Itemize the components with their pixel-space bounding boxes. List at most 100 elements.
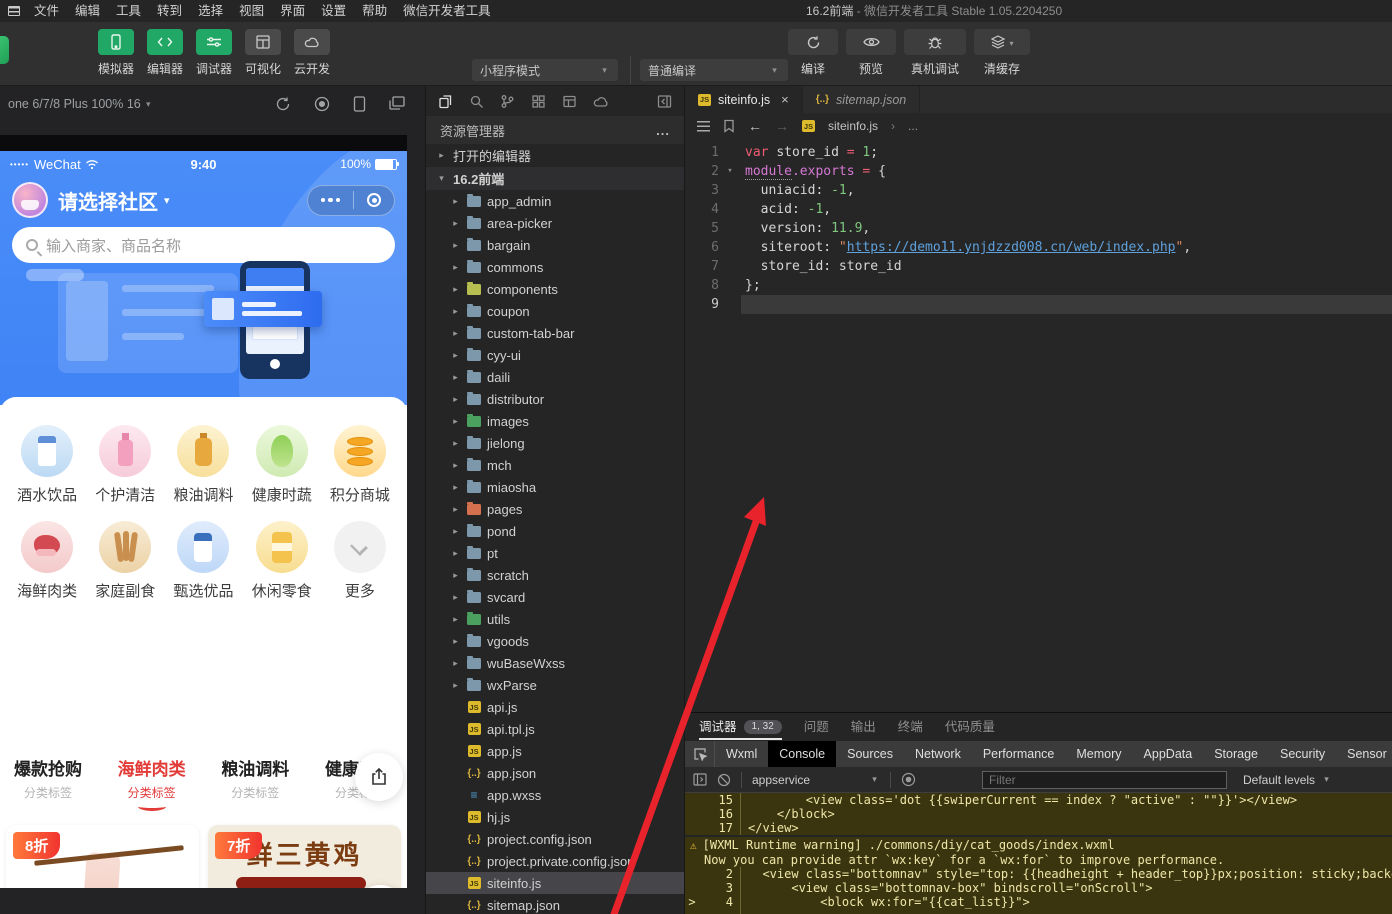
tree-folder-mch[interactable]: mch bbox=[426, 454, 684, 476]
extensions-icon[interactable] bbox=[531, 94, 546, 109]
tag-hot-sale[interactable]: 爆款抢购分类标签 bbox=[14, 749, 82, 815]
tree-file-app-json[interactable]: app.json bbox=[426, 762, 684, 784]
more-dots-icon[interactable] bbox=[321, 198, 341, 203]
tree-folder-jielong[interactable]: jielong bbox=[426, 432, 684, 454]
category-grain-oil[interactable]: 粮油调料 bbox=[164, 425, 242, 505]
tab-code-quality[interactable]: 代码质量 bbox=[945, 713, 995, 741]
tab-terminal[interactable]: 终端 bbox=[898, 713, 923, 741]
layout-icon[interactable] bbox=[562, 94, 577, 109]
devtools-tab-security[interactable]: Security bbox=[1269, 741, 1336, 767]
visualization-toggle-button[interactable]: 可视化 bbox=[239, 29, 287, 77]
debugger-toggle-button[interactable]: 调试器 bbox=[190, 29, 238, 77]
compile-mode-select[interactable]: 普通编译 bbox=[640, 59, 788, 81]
console-filter-input[interactable] bbox=[982, 771, 1227, 789]
tab-problems[interactable]: 问题 bbox=[804, 713, 829, 741]
tree-file-api-tpl-js[interactable]: api.tpl.js bbox=[426, 718, 684, 740]
simulator-toggle-button[interactable]: 模拟器 bbox=[92, 29, 140, 77]
devtools-tab-appdata[interactable]: AppData bbox=[1133, 741, 1204, 767]
tree-folder-cyy-ui[interactable]: cyy-ui bbox=[426, 344, 684, 366]
tab-siteinfo-js[interactable]: siteinfo.js bbox=[685, 86, 803, 113]
record-icon[interactable] bbox=[314, 96, 330, 112]
devtools-tab-sources[interactable]: Sources bbox=[836, 741, 904, 767]
remote-debug-button[interactable]: 真机调试 bbox=[904, 29, 966, 77]
restart-icon[interactable] bbox=[275, 96, 291, 112]
editor-toggle-button[interactable]: 编辑器 bbox=[141, 29, 189, 77]
compile-button[interactable]: 编译 bbox=[788, 29, 838, 77]
menu-edit[interactable]: 编辑 bbox=[67, 0, 108, 22]
clear-cache-button[interactable]: 清缓存 bbox=[974, 29, 1030, 77]
category-personal-care[interactable]: 个护清洁 bbox=[86, 425, 164, 505]
devtools-tab-performance[interactable]: Performance bbox=[972, 741, 1066, 767]
menu-tools[interactable]: 工具 bbox=[108, 0, 149, 22]
devtools-tab-network[interactable]: Network bbox=[904, 741, 972, 767]
menu-view[interactable]: 视图 bbox=[231, 0, 272, 22]
product-card-chicken[interactable]: 7折 鲜三黄鸡 bbox=[208, 825, 401, 888]
tree-folder-components[interactable]: components bbox=[426, 278, 684, 300]
clear-console-icon[interactable] bbox=[717, 773, 731, 787]
devtools-tab-wxml[interactable]: Wxml bbox=[715, 741, 768, 767]
eye-watch-icon[interactable] bbox=[901, 772, 916, 787]
menu-goto[interactable]: 转到 bbox=[149, 0, 190, 22]
tree-folder-utils[interactable]: utils bbox=[426, 608, 684, 630]
share-button[interactable] bbox=[355, 753, 403, 801]
tree-folder-area-picker[interactable]: area-picker bbox=[426, 212, 684, 234]
breadcrumb-more[interactable] bbox=[908, 119, 918, 133]
tree-folder-vgoods[interactable]: vgoods bbox=[426, 630, 684, 652]
bookmark-icon[interactable] bbox=[723, 119, 735, 133]
tree-folder-custom-tab-bar[interactable]: custom-tab-bar bbox=[426, 322, 684, 344]
category-selected-goods[interactable]: 甄选优品 bbox=[164, 521, 242, 601]
category-drinks[interactable]: 酒水饮品 bbox=[8, 425, 86, 505]
wechat-capsule[interactable] bbox=[307, 185, 395, 216]
menu-interface[interactable]: 界面 bbox=[272, 0, 313, 22]
tab-debugger[interactable]: 调试器1, 32 bbox=[699, 713, 782, 741]
cloud-dev-button[interactable]: 云开发 bbox=[288, 29, 336, 77]
category-points-mall[interactable]: 积分商城 bbox=[321, 425, 399, 505]
inspect-element-icon[interactable] bbox=[685, 741, 715, 767]
community-avatar[interactable] bbox=[12, 182, 48, 218]
tree-folder-images[interactable]: images bbox=[426, 410, 684, 432]
tree-folder-pages[interactable]: pages bbox=[426, 498, 684, 520]
tab-output[interactable]: 输出 bbox=[851, 713, 876, 741]
nav-forward-icon[interactable] bbox=[775, 118, 789, 134]
tree-file-sitemap-json[interactable]: sitemap.json bbox=[426, 894, 684, 914]
code-area[interactable]: 1var store_id = 1; 2▾module.exports = { … bbox=[685, 139, 1392, 314]
device-frame-icon[interactable] bbox=[353, 96, 366, 112]
close-target-icon[interactable] bbox=[367, 193, 381, 207]
menu-select[interactable]: 选择 bbox=[190, 0, 231, 22]
tree-folder-daili[interactable]: daili bbox=[426, 366, 684, 388]
context-select[interactable]: appservice bbox=[752, 773, 880, 787]
collapse-panel-icon[interactable] bbox=[657, 94, 672, 109]
tab-sitemap-json[interactable]: sitemap.json bbox=[803, 86, 921, 113]
tree-folder-wuBaseWxss[interactable]: wuBaseWxss bbox=[426, 652, 684, 674]
devtools-tab-sensor[interactable]: Sensor bbox=[1336, 741, 1392, 767]
tag-grain-oil[interactable]: 粮油调料分类标签 bbox=[221, 749, 289, 815]
tree-folder-bargain[interactable]: bargain bbox=[426, 234, 684, 256]
devtools-tab-storage[interactable]: Storage bbox=[1203, 741, 1269, 767]
category-snacks[interactable]: 休闲零食 bbox=[243, 521, 321, 601]
app-menu-icon[interactable] bbox=[8, 6, 20, 16]
device-select[interactable]: one 6/7/8 Plus 100% 16 bbox=[8, 97, 141, 111]
log-levels-select[interactable]: Default levels bbox=[1243, 773, 1332, 787]
tree-folder-coupon[interactable]: coupon bbox=[426, 300, 684, 322]
devtools-tab-console[interactable]: Console bbox=[768, 741, 836, 767]
tree-folder-wxParse[interactable]: wxParse bbox=[426, 674, 684, 696]
tree-file-siteinfo-js-selected[interactable]: siteinfo.js bbox=[426, 872, 684, 894]
community-selector[interactable]: 请选择社区 bbox=[58, 186, 158, 215]
outline-icon[interactable] bbox=[697, 121, 710, 132]
category-seafood-meat[interactable]: 海鲜肉类 bbox=[8, 521, 86, 601]
breadcrumb-file[interactable]: siteinfo.js bbox=[828, 119, 878, 133]
category-more[interactable]: 更多 bbox=[321, 521, 399, 601]
files-icon[interactable] bbox=[438, 94, 453, 109]
tree-file-app-js[interactable]: app.js bbox=[426, 740, 684, 762]
tree-folder-svcard[interactable]: svcard bbox=[426, 586, 684, 608]
sidebar-toggle-icon[interactable] bbox=[693, 773, 707, 786]
devtools-tab-memory[interactable]: Memory bbox=[1065, 741, 1132, 767]
menu-file[interactable]: 文件 bbox=[26, 0, 67, 22]
git-branch-icon[interactable] bbox=[500, 94, 515, 109]
tree-folder-pond[interactable]: pond bbox=[426, 520, 684, 542]
mode-select[interactable]: 小程序模式 bbox=[472, 59, 618, 81]
more-actions-icon[interactable] bbox=[656, 123, 670, 138]
close-icon[interactable] bbox=[781, 92, 789, 107]
tree-folder-scratch[interactable]: scratch bbox=[426, 564, 684, 586]
menu-devtools[interactable]: 微信开发者工具 bbox=[395, 0, 499, 22]
